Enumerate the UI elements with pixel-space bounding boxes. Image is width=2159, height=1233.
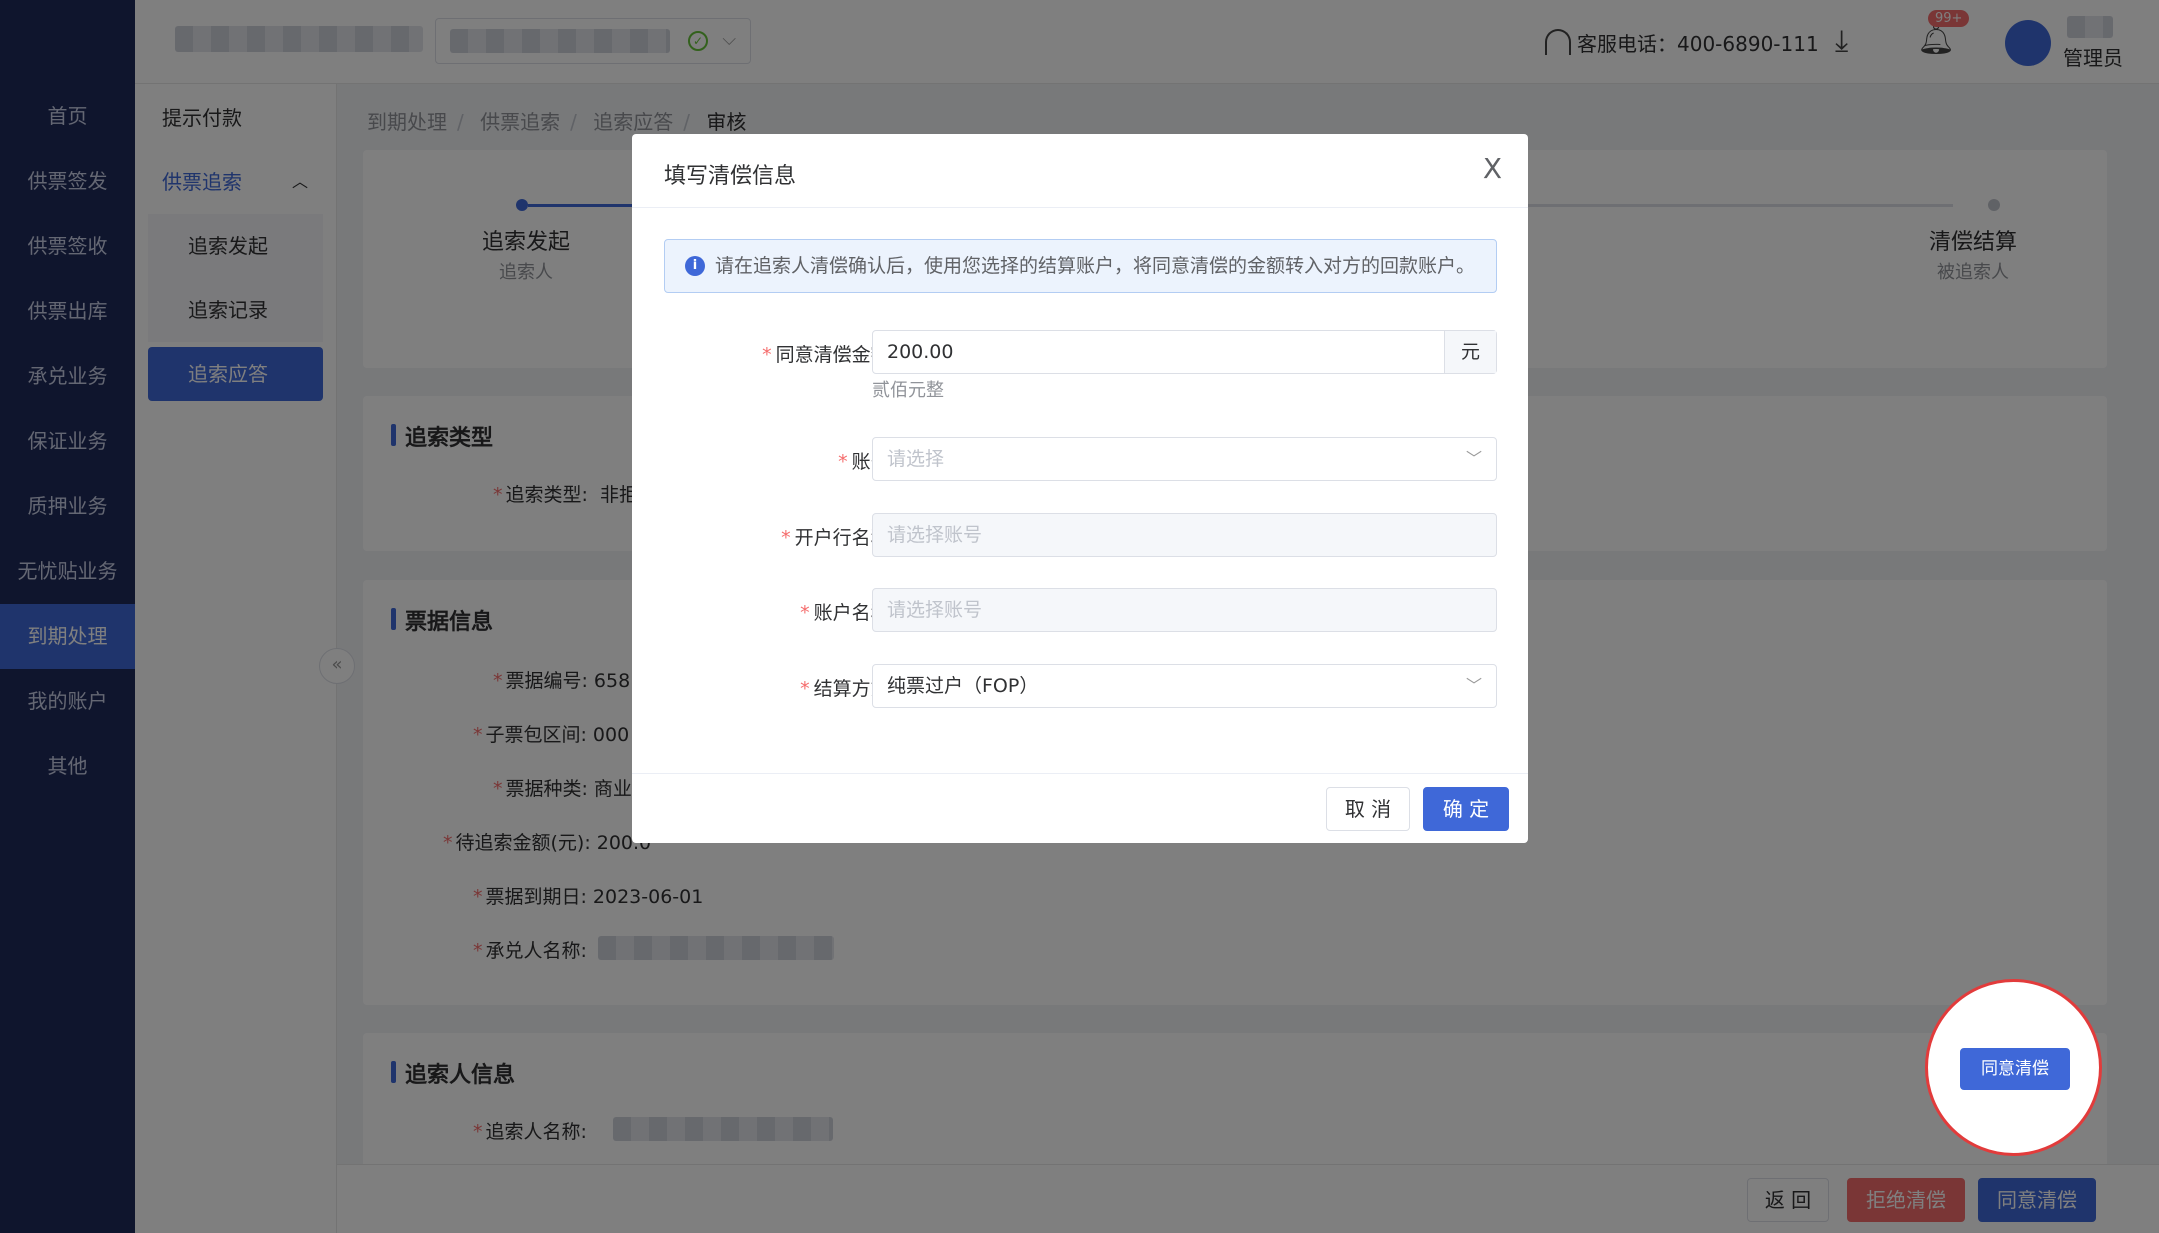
bank-name-label: * 开户行名称:: [781, 527, 896, 549]
account-name-input: 请选择账号: [872, 588, 1497, 632]
highlight-circle: 同意清偿: [1925, 979, 2102, 1156]
currency-suffix: 元: [1444, 331, 1496, 373]
dialog-title: 填写清偿信息: [664, 164, 797, 189]
highlighted-agree-button[interactable]: 同意清偿: [1960, 1048, 2070, 1090]
account-name-label: * 账户名称:: [800, 602, 896, 624]
chevron-down-icon: ﹀: [1465, 449, 1482, 468]
dialog-header: 填写清偿信息 X: [632, 134, 1528, 208]
chevron-down-icon: ﹀: [1465, 676, 1482, 695]
dialog-footer: 取 消 确 定: [632, 773, 1528, 843]
bank-name-input: 请选择账号: [872, 513, 1497, 557]
payment-info-dialog: 填写清偿信息 X i 请在追索人清偿确认后，使用您选择的结算账户，将同意清偿的金…: [632, 134, 1528, 843]
settlement-label: * 结算方式:: [800, 678, 896, 700]
cancel-button[interactable]: 取 消: [1326, 787, 1410, 831]
amount-in-words: 贰佰元整: [872, 380, 944, 401]
amount-input[interactable]: 200.00 元: [872, 330, 1497, 374]
amount-label: * 同意清偿金额:: [762, 344, 896, 366]
close-icon[interactable]: X: [1483, 152, 1502, 185]
info-icon: i: [685, 256, 705, 276]
account-label: *账号:: [838, 451, 896, 473]
info-alert: i 请在追索人清偿确认后，使用您选择的结算账户，将同意清偿的金额转入对方的回款账…: [664, 239, 1497, 293]
confirm-button[interactable]: 确 定: [1423, 787, 1509, 831]
settlement-select[interactable]: 纯票过户（FOP） ﹀: [872, 664, 1497, 708]
account-select[interactable]: 请选择 ﹀: [872, 437, 1497, 481]
